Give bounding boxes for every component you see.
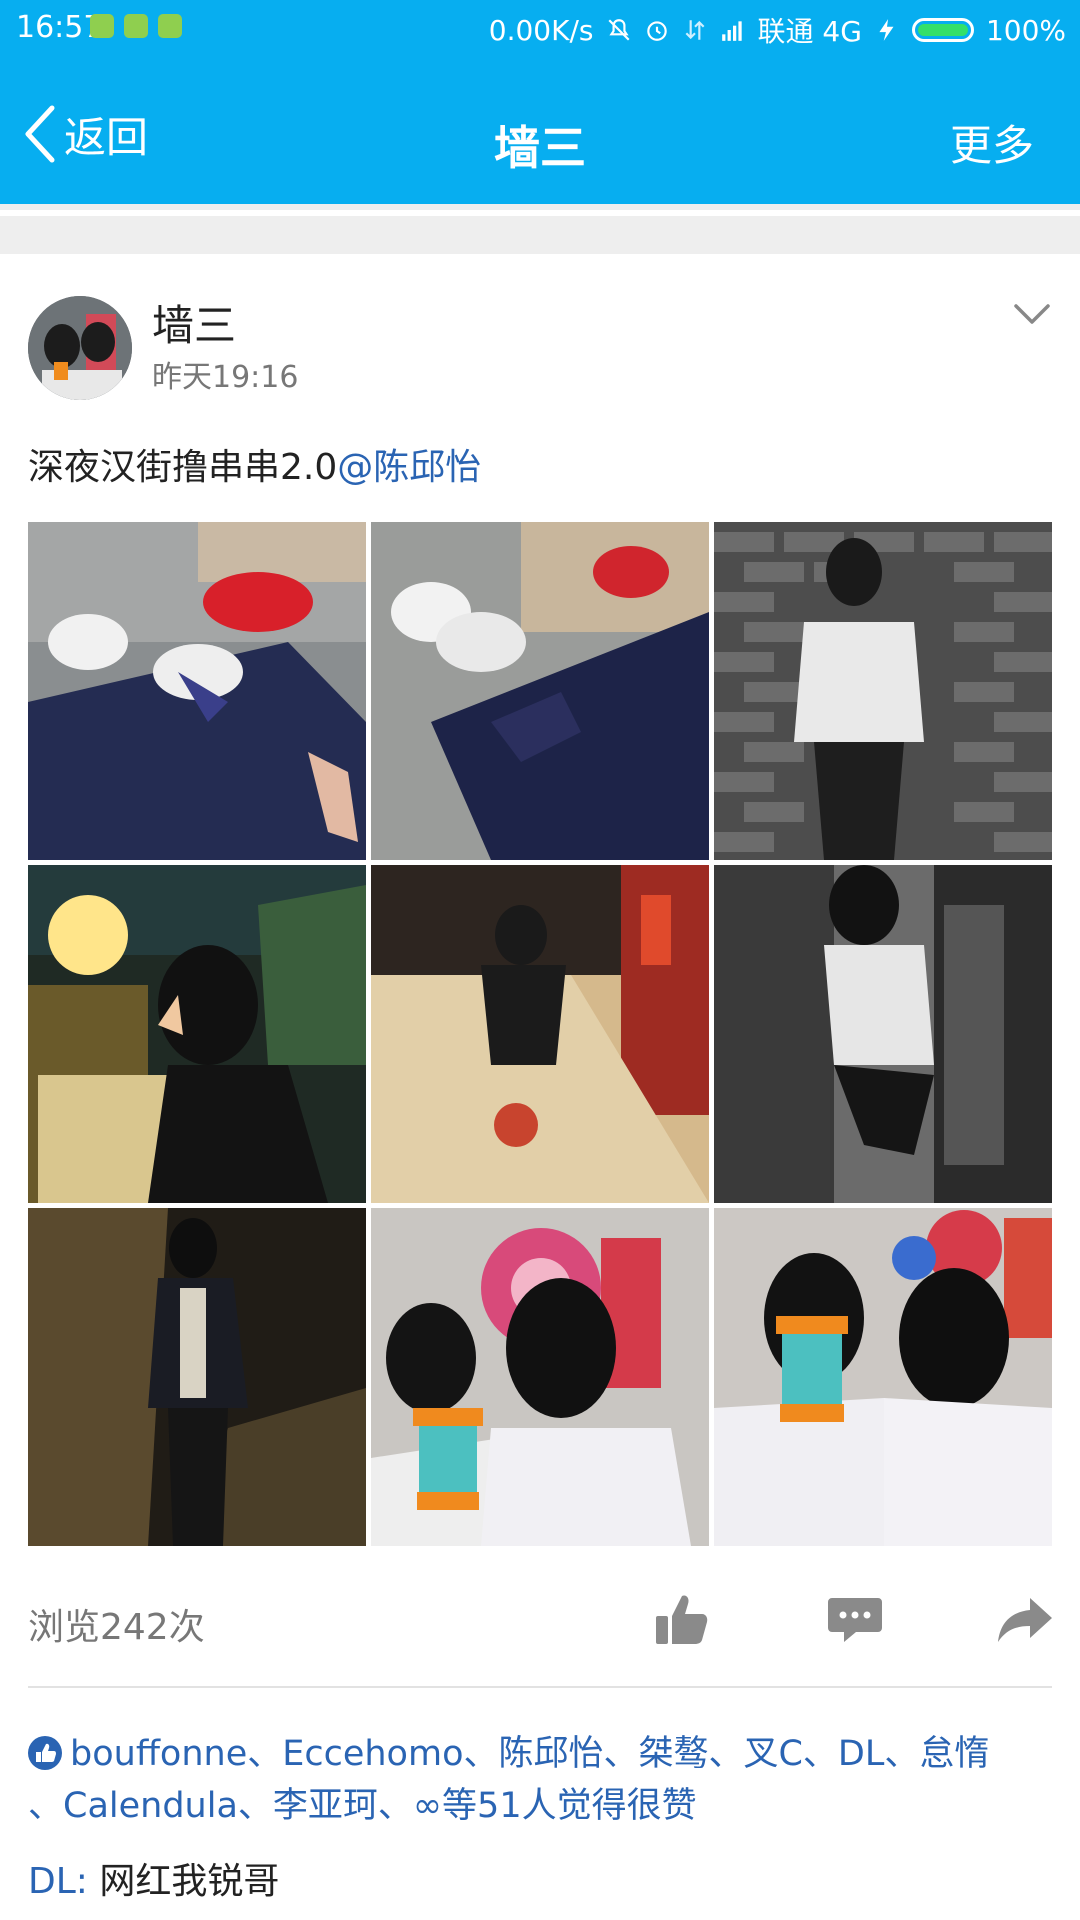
post-time: 昨天19:16	[152, 360, 299, 395]
photo-7[interactable]	[28, 1208, 366, 1546]
android-icon	[124, 14, 148, 38]
alarm-icon	[646, 21, 667, 41]
separator-line	[0, 210, 1080, 216]
more-button[interactable]: 更多	[950, 112, 1034, 173]
photo-grid	[28, 522, 1052, 1546]
status-bar: 16:57 0.00K/s 联通 4G 100%	[0, 0, 1080, 56]
photo-4[interactable]	[28, 865, 366, 1203]
data-arrows-icon	[685, 20, 704, 40]
divider	[28, 1686, 1052, 1688]
carrier-label: 联通 4G	[757, 15, 862, 48]
page-title: 墙三	[494, 121, 586, 175]
view-count: 浏览242次	[28, 1607, 205, 1648]
shield-icon	[90, 14, 114, 38]
signal-icon	[721, 21, 742, 41]
post-author[interactable]: 墙三	[152, 292, 236, 353]
title-bar: 返回 墙三 更多	[0, 56, 1080, 204]
likes-users-line1[interactable]: bouffonne、Eccehomo、陈邱怡、桀骜、叉C、DL、怠惰	[70, 1734, 989, 1774]
likes-users-line2[interactable]: 、Calendula、李亚珂、∞等51人觉得很赞	[28, 1786, 697, 1826]
share-icon[interactable]	[996, 1590, 1054, 1648]
photo-1[interactable]	[28, 522, 366, 860]
mute-icon	[607, 19, 630, 41]
photo-3[interactable]	[714, 522, 1052, 860]
avatar[interactable]	[28, 296, 132, 400]
photo-5[interactable]	[371, 865, 709, 1203]
comment-item: DL: 网红我锐哥	[28, 1852, 279, 1904]
post-content: 深夜汉街撸串串2.0@陈邱怡	[28, 438, 481, 490]
battery-percent: 100%	[985, 13, 1066, 47]
mention-link[interactable]: @陈邱怡	[337, 447, 481, 488]
photo-9[interactable]	[714, 1208, 1052, 1546]
chevron-down-icon[interactable]	[1012, 300, 1052, 328]
post-text: 深夜汉街撸串串2.0	[28, 447, 338, 488]
battery-icon	[911, 18, 974, 42]
thumbs-up-badge-icon	[28, 1736, 62, 1770]
comment-icon[interactable]	[826, 1590, 884, 1648]
charging-icon	[879, 19, 894, 41]
photo-2[interactable]	[371, 522, 709, 860]
photo-6[interactable]	[714, 865, 1052, 1203]
thumbs-up-icon[interactable]	[652, 1590, 710, 1648]
photo-8[interactable]	[371, 1208, 709, 1546]
comment-text: 网红我锐哥	[87, 1861, 280, 1902]
likes-list: bouffonne、Eccehomo、陈邱怡、桀骜、叉C、DL、怠惰 、Cale…	[28, 1728, 1058, 1832]
comment-user[interactable]: DL:	[28, 1861, 88, 1902]
sim-icon	[158, 14, 182, 38]
network-speed: 0.00K/s	[488, 13, 594, 47]
